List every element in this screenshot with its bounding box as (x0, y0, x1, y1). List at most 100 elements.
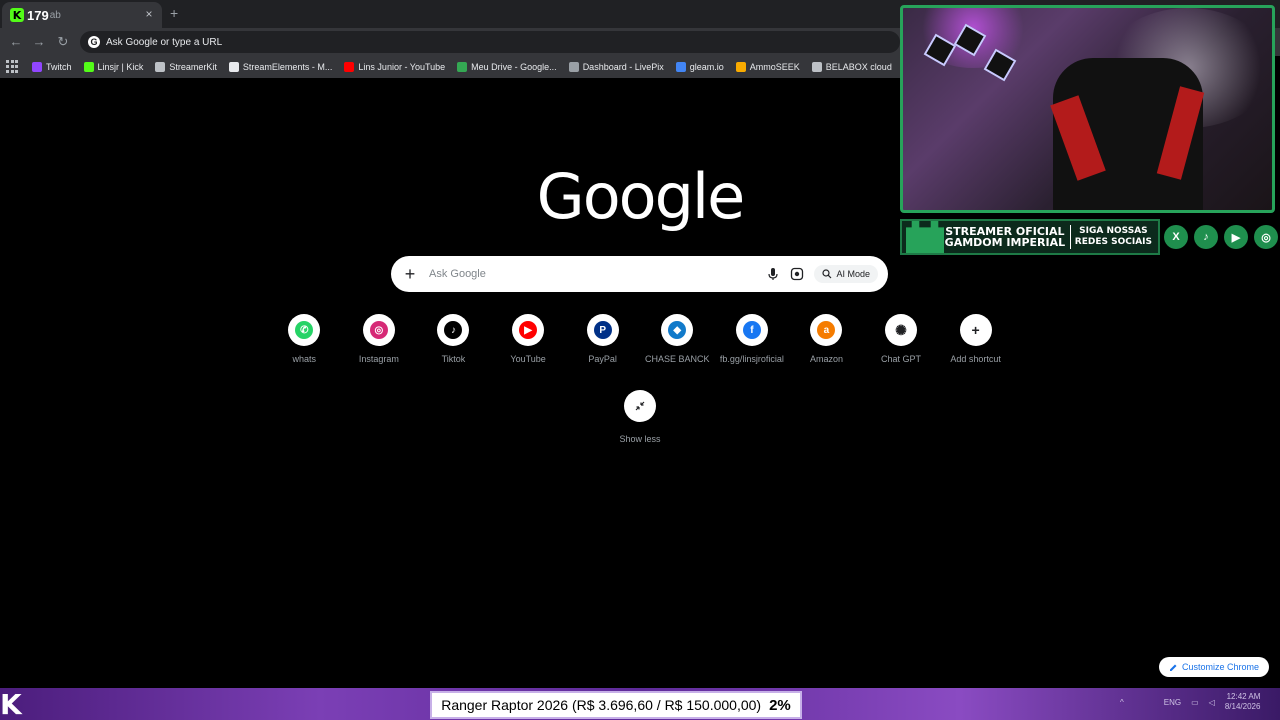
bookmark-item[interactable]: gleam.io (675, 62, 724, 72)
shortcut-tile[interactable]: ✆ whats (267, 314, 342, 364)
shortcut-tile[interactable]: ◎ Instagram (342, 314, 417, 364)
bookmark-favicon-icon (675, 62, 686, 72)
chevron-up-icon[interactable]: ^ (1120, 698, 1124, 707)
bookmark-item[interactable]: StreamerKit (155, 62, 217, 72)
clock[interactable]: 12:42 AM 8/14/2026 (1225, 692, 1261, 712)
forward-button[interactable]: → (31, 34, 47, 49)
shortcut-tile[interactable]: ◆ CHASE BANCK (640, 314, 715, 364)
reload-button[interactable]: ↻ (55, 34, 71, 50)
goal-percent: 2% (769, 696, 791, 714)
kick-viewer-badge: K 179 (10, 8, 49, 23)
show-less-button[interactable]: Show less (600, 390, 680, 444)
language-indicator[interactable]: ENG (1164, 698, 1181, 707)
kick-k-logo-icon: K (0, 688, 22, 720)
search-input[interactable]: Ask Google (429, 268, 766, 280)
network-icon[interactable]: ▭ (1191, 698, 1199, 707)
shortcuts-grid: ✆ whats ◎ Instagram ♪ Tiktok ▶ YouTube P PayPal ◆ C… (267, 314, 1013, 364)
bookmark-favicon-icon (83, 62, 94, 72)
donation-goal: Ranger Raptor 2026 (R$ 3.696,60 / R$ 150… (430, 691, 802, 719)
goal-text: Ranger Raptor 2026 (R$ 3.696,60 / R$ 150… (441, 697, 762, 713)
banner-title: STREAMER OFICIAL GAMDOM IMPERIAL (944, 226, 1066, 248)
shortcut-label: fb.gg/linsjroficial (719, 354, 784, 364)
ai-mode-label: AI Mode (836, 269, 870, 279)
shortcut-icon: ▶ (512, 314, 545, 346)
shortcut-tile[interactable]: ✺ Chat GPT (864, 314, 939, 364)
shortcut-label: YouTube (510, 354, 546, 364)
customize-chrome-button[interactable]: Customize Chrome (1159, 657, 1269, 677)
banner-side-line-2: REDES SOCIAIS (1074, 237, 1152, 247)
bookmark-item[interactable]: Linsjr | Kick (83, 62, 143, 72)
shortcut-label: Amazon (809, 354, 843, 364)
bookmark-label: AmmoSEEK (749, 62, 800, 72)
bookmark-favicon-icon (32, 62, 42, 72)
bookmark-item[interactable]: AmmoSEEK (735, 62, 800, 72)
bookmark-item[interactable]: Dashboard - LivePix (568, 62, 664, 72)
shortcut-icon: ♪ (437, 314, 470, 346)
search-box[interactable]: + Ask Google AI Mode (391, 256, 888, 292)
webcam-overlay (900, 5, 1275, 213)
shortcut-label: Add shortcut (950, 354, 1001, 364)
x-icon: X (1164, 225, 1188, 249)
omnibox-text: Ask Google or type a URL (106, 36, 223, 48)
youtube-icon: ▶ (1224, 225, 1248, 249)
pencil-icon (1169, 664, 1177, 671)
bookmark-favicon-icon (457, 62, 468, 72)
shortcut-icon: ✺ (885, 314, 918, 346)
shortcut-glyph-icon: ✆ (295, 321, 314, 339)
bookmark-item[interactable]: Meu Drive - Google... (457, 62, 557, 72)
bookmark-label: gleam.io (689, 62, 724, 72)
shortcut-label: Tiktok (441, 354, 466, 364)
shortcut-glyph-icon: f (742, 321, 761, 339)
google-lens-icon[interactable] (790, 267, 804, 281)
bookmark-item[interactable]: Twitch (32, 62, 72, 72)
banner-side-line-1: SIGA NOSSAS (1079, 226, 1148, 236)
shortcut-icon: a (810, 314, 843, 346)
bookmark-item[interactable]: StreamElements - M... (228, 62, 332, 72)
close-tab-icon[interactable]: × (142, 7, 156, 21)
shortcut-glyph-icon: ◆ (668, 321, 687, 339)
shortcut-tile[interactable]: f fb.gg/linsjroficial (715, 314, 790, 364)
google-g-icon: G (88, 36, 100, 48)
system-tray: ^ ENG ▭ ◁ 12:42 AM 8/14/2026 (1120, 692, 1260, 712)
shortcut-icon: P (586, 314, 619, 346)
bookmark-favicon-icon (811, 62, 822, 72)
bookmark-item[interactable]: Lins Junior - YouTube (344, 62, 445, 72)
shortcut-glyph-icon: ✺ (892, 321, 911, 339)
banner-line-2: GAMDOM IMPERIAL (944, 236, 1066, 249)
new-tab-button[interactable]: + (170, 5, 178, 21)
plus-icon[interactable]: + (401, 264, 419, 285)
omnibox[interactable]: G Ask Google or type a URL (80, 31, 900, 53)
bookmark-label: StreamerKit (169, 62, 217, 72)
bookmark-label: Meu Drive - Google... (471, 62, 557, 72)
shortcut-glyph-icon: P (593, 321, 612, 339)
bookmark-favicon-icon (568, 62, 579, 72)
active-tab[interactable]: K 179 ab × (2, 2, 162, 28)
sponsor-banner: STREAMER OFICIAL GAMDOM IMPERIAL SIGA NO… (900, 219, 1160, 255)
microphone-icon[interactable] (766, 267, 780, 281)
kick-logo-icon: K (10, 8, 24, 22)
ai-mode-button[interactable]: AI Mode (814, 265, 878, 283)
shortcut-icon: ◎ (362, 314, 395, 346)
shortcut-tile[interactable]: + Add shortcut (938, 314, 1013, 364)
bookmark-favicon-icon (155, 62, 166, 72)
social-icons: X ♪ ▶ ◎ (1164, 225, 1278, 249)
shortcut-tile[interactable]: P PayPal (565, 314, 640, 364)
clock-time: 12:42 AM (1226, 692, 1261, 701)
shortcut-tile[interactable]: ♪ Tiktok (416, 314, 491, 364)
shortcut-tile[interactable]: a Amazon (789, 314, 864, 364)
apps-grid-icon[interactable] (6, 60, 18, 74)
bookmark-label: BELABOX cloud (825, 62, 892, 72)
collapse-icon (624, 390, 656, 422)
shortcut-icon: f (735, 314, 768, 346)
shortcut-tile[interactable]: ▶ YouTube (491, 314, 566, 364)
shortcut-label: CHASE BANCK (645, 354, 710, 364)
bookmark-item[interactable]: BELABOX cloud (811, 62, 892, 72)
shortcut-glyph-icon: ▶ (519, 321, 538, 339)
bookmark-favicon-icon (735, 62, 746, 72)
ai-search-icon (822, 269, 832, 279)
speaker-icon[interactable]: ◁ (1209, 698, 1215, 707)
tiktok-icon: ♪ (1194, 225, 1218, 249)
bookmark-label: Twitch (46, 62, 72, 72)
back-button[interactable]: ← (8, 34, 24, 49)
bookmark-favicon-icon (344, 62, 355, 72)
